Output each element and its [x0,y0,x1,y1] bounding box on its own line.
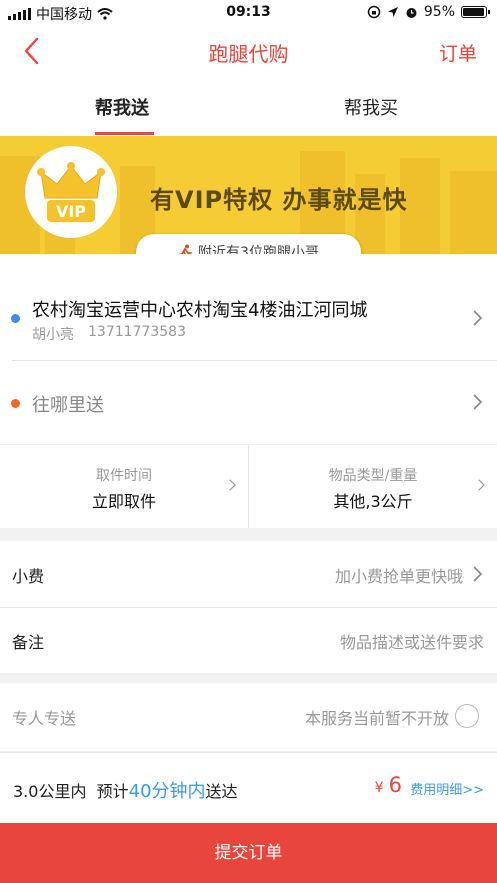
eta-suffix: 送达 [205,782,238,801]
battery-fill [463,8,484,16]
order-summary: 3.0公里内 预计40分钟内送达 ¥ 6 费用明细>> [0,752,497,823]
active-tab-indicator [95,132,154,135]
pickup-address[interactable]: 农村淘宝运营中心农村淘宝4楼油江河同城 [32,296,367,322]
tip-label: 小费 [12,567,45,586]
dropoff-address-input[interactable]: 往哪里送 [32,391,104,417]
pickup-time-selector[interactable]: 取件时间 立即取件 [0,445,248,528]
location-arrow-icon [387,7,398,17]
chevron-right-icon [478,479,485,491]
item-type-value: 其他,3公斤 [333,492,413,511]
dropoff-dot [11,399,20,408]
address-card: 农村淘宝运营中心农村淘宝4楼油江河同城 胡小亮 13711773583 往哪里送 [0,254,497,444]
eta-prefix: 预计 [96,782,129,801]
vip-label: VIP [56,202,86,221]
item-type-label: 物品类型/重量 [328,468,418,484]
pickup-contact: 胡小亮 13711773583 [32,324,186,344]
price: ¥ 6 [375,773,402,797]
pickup-options-card: 取件时间 立即取件 物品类型/重量 其他,3公斤 [0,445,497,528]
status-bar: 中国移动 09:13 95% [0,0,497,26]
fee-detail-link[interactable]: 费用明细>> [410,779,484,798]
lock-rotation-icon [367,5,381,19]
remark-label: 备注 [12,633,45,652]
dedicated-label: 专人专送 [12,709,77,728]
divider [12,360,497,361]
tip-hint: 加小费抢单更快哦 [334,567,463,586]
chevron-right-icon [473,566,483,582]
contact-name: 胡小亮 [32,327,74,343]
remark-row[interactable]: 备注 物品描述或送件要求 [0,607,497,673]
vip-badge: VIP [25,146,117,238]
battery-percent: 95% [423,4,455,20]
nav-bar: 跑腿代购 订单 [0,26,497,76]
tab-send-for-me[interactable]: 帮我送 [95,94,149,120]
dedicated-delivery-row: 专人专送 本服务当前暂不开放 [0,683,497,751]
banner-slogan: 有VIP特权 办事就是快 [150,186,408,214]
remark-input[interactable]: 物品描述或送件要求 [340,629,484,653]
tab-buy-for-me[interactable]: 帮我买 [344,94,398,120]
pickup-time-value: 立即取件 [91,492,156,511]
battery-icon [461,6,490,18]
tip-row[interactable]: 小费 加小费抢单更快哦 [0,541,497,607]
pickup-dot [11,314,20,323]
pickup-time-label: 取件时间 [96,468,152,484]
vip-crown-icon: VIP [37,162,105,222]
eta-highlight: 40分钟内 [128,781,206,802]
chevron-right-icon[interactable] [469,394,485,410]
submit-order-button[interactable]: 提交订单 [0,823,497,883]
orders-link[interactable]: 订单 [439,39,477,66]
item-type-selector[interactable]: 物品类型/重量 其他,3公斤 [249,445,497,528]
dedicated-radio[interactable] [455,704,479,728]
eta-text: 3.0公里内 预计40分钟内送达 [13,777,238,803]
tab-bar: 帮我送 帮我买 [0,76,497,136]
page-title: 跑腿代购 [208,42,289,66]
dedicated-note: 本服务当前暂不开放 [304,709,449,728]
contact-phone: 13711773583 [88,324,186,340]
divider [0,607,497,608]
chevron-right-icon [229,479,236,491]
distance-text: 3.0公里内 [13,782,87,801]
price-value: 6 [388,773,402,797]
chevron-right-icon[interactable] [469,310,485,326]
currency-symbol: ¥ [374,780,384,796]
status-right: 95% [367,4,490,20]
alarm-icon [406,7,417,18]
